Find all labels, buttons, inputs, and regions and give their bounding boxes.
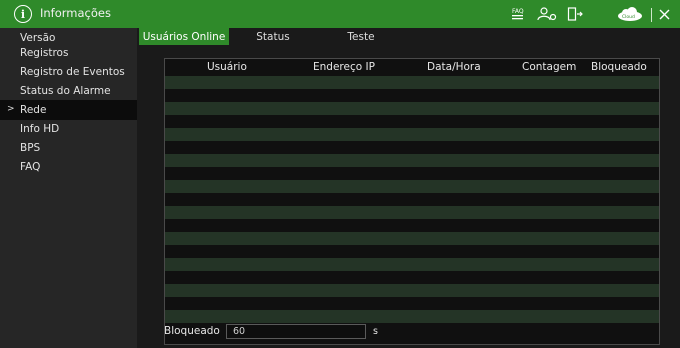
active-marker: > xyxy=(7,104,15,114)
blocked-time-input[interactable]: 60 xyxy=(226,324,366,339)
table-row xyxy=(165,128,659,141)
online-users-table: Usuário Endereço IP Data/Hora Contagem B… xyxy=(164,58,660,345)
tab-label: Teste xyxy=(347,30,375,43)
sidebar-item-rede[interactable]: > Rede xyxy=(0,100,137,120)
table-header: Usuário Endereço IP Data/Hora Contagem B… xyxy=(165,59,659,76)
column-header-contagem: Contagem xyxy=(522,61,577,73)
sidebar: Versão Registros Registro de Eventos Sta… xyxy=(0,28,137,348)
table-row xyxy=(165,245,659,258)
table-row xyxy=(165,180,659,193)
content-panel: Usuários Online Status Teste Usuário End… xyxy=(137,28,680,348)
cloud-label: Cloud xyxy=(622,14,635,20)
blocked-label: Bloqueado xyxy=(164,325,220,337)
sidebar-item-label: Registro de Eventos xyxy=(20,66,125,78)
sidebar-item-status-do-alarme[interactable]: Status do Alarme xyxy=(0,81,137,101)
table-row xyxy=(165,284,659,297)
faq-icon[interactable]: FAQ xyxy=(510,6,524,22)
blocked-unit: s xyxy=(373,326,378,337)
table-row xyxy=(165,115,659,128)
table-row xyxy=(165,232,659,245)
tab-label: Status xyxy=(256,30,290,43)
close-icon[interactable] xyxy=(657,6,671,22)
sidebar-item-faq[interactable]: FAQ xyxy=(0,157,137,177)
table-row xyxy=(165,89,659,102)
column-header-endereco-ip: Endereço IP xyxy=(313,61,375,73)
table-row xyxy=(165,271,659,284)
column-header-bloqueado: Bloqueado xyxy=(591,61,647,73)
tab-usuarios-online[interactable]: Usuários Online xyxy=(139,28,229,45)
table-row xyxy=(165,193,659,206)
sidebar-item-label: Status do Alarme xyxy=(20,85,111,97)
sidebar-item-label: Rede xyxy=(20,104,47,116)
user-settings-icon[interactable] xyxy=(536,6,558,22)
separator xyxy=(650,7,654,23)
table-row xyxy=(165,102,659,115)
column-header-usuario: Usuário xyxy=(207,61,247,73)
svg-text:FAQ: FAQ xyxy=(512,8,524,15)
table-row xyxy=(165,258,659,271)
tab-status[interactable]: Status xyxy=(229,28,317,45)
sidebar-item-registro-de-eventos[interactable]: Registro de Eventos xyxy=(0,62,137,82)
table-row xyxy=(165,206,659,219)
sidebar-item-bps[interactable]: BPS xyxy=(0,138,137,158)
table-row xyxy=(165,310,659,323)
table-row xyxy=(165,167,659,180)
title-bar: i Informações FAQ Cloud xyxy=(0,0,680,28)
tab-teste[interactable]: Teste xyxy=(317,28,405,45)
sidebar-item-registros[interactable]: Registros xyxy=(0,43,137,63)
table-row xyxy=(165,219,659,232)
table-row xyxy=(165,76,659,89)
table-row xyxy=(165,141,659,154)
sidebar-item-label: FAQ xyxy=(20,161,41,173)
info-icon: i xyxy=(14,5,32,23)
logout-icon[interactable] xyxy=(566,6,584,22)
cloud-icon[interactable]: Cloud xyxy=(615,6,645,22)
tab-label: Usuários Online xyxy=(142,30,226,43)
table-row xyxy=(165,297,659,310)
sidebar-item-info-hd[interactable]: Info HD xyxy=(0,119,137,139)
sidebar-item-label: Info HD xyxy=(20,123,60,135)
column-header-data-hora: Data/Hora xyxy=(427,61,481,73)
sidebar-item-label: Registros xyxy=(20,47,69,59)
window-title: Informações xyxy=(40,6,111,20)
sidebar-item-label: BPS xyxy=(20,142,41,154)
table-row xyxy=(165,154,659,167)
